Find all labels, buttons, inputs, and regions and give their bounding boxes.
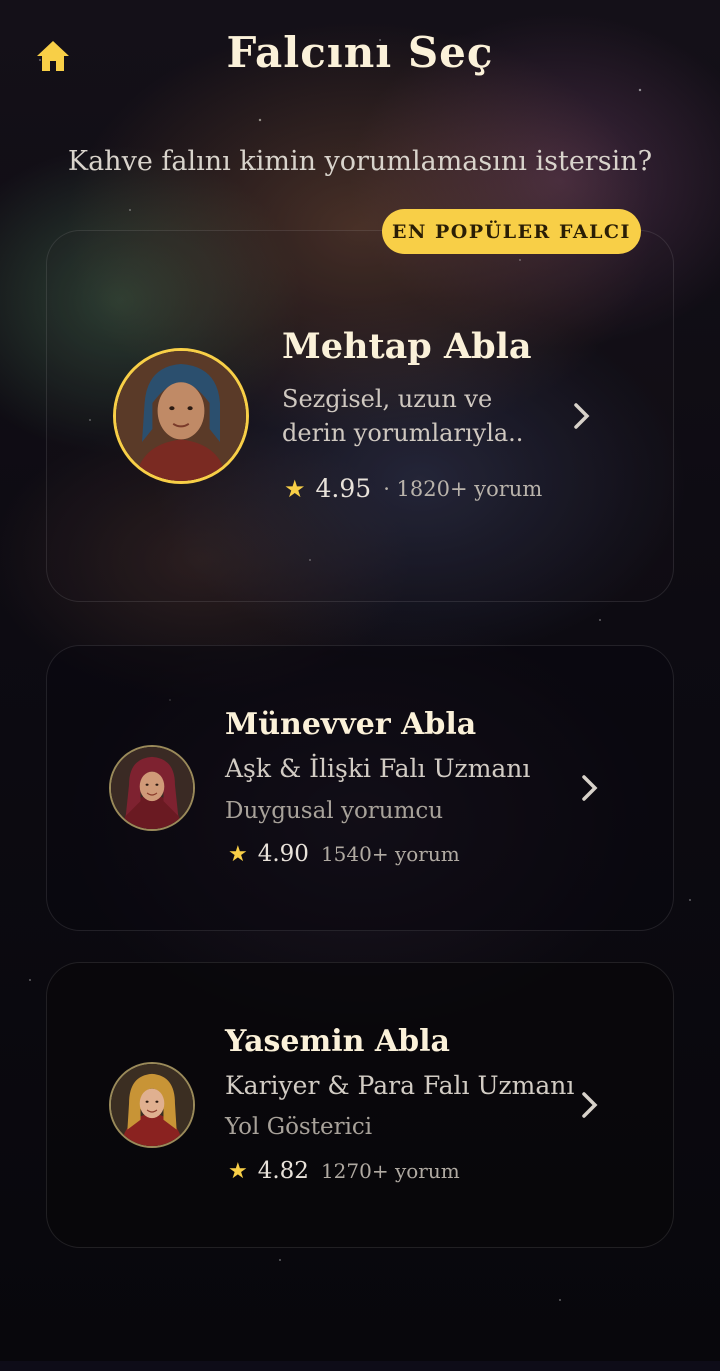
reader-avatar — [109, 1062, 195, 1148]
reader-name: Münevver Abla — [225, 707, 477, 742]
chevron-right-icon[interactable] — [578, 773, 602, 803]
page-subtitle: Kahve falını kimin yorumlamasını istersi… — [67, 146, 653, 177]
review-count: · 1820+ yorum — [383, 476, 543, 501]
reader-tagline: Yol Gösterici — [225, 1114, 373, 1140]
reader-avatar — [109, 745, 195, 831]
star-icon: ★ — [228, 1158, 248, 1184]
reader-name: Mehtap Abla — [282, 326, 532, 367]
chevron-right-icon[interactable] — [570, 401, 594, 431]
rating-value: 4.82 — [257, 1158, 309, 1184]
review-count: 1270+ yorum — [320, 1159, 460, 1183]
chevron-right-icon[interactable] — [578, 1090, 602, 1120]
review-count: 1540+ yorum — [320, 842, 460, 866]
reader-rating: ★ 4.95 · 1820+ yorum — [284, 474, 542, 503]
reader-description-line2: derin yorumlarıyla.. — [282, 419, 524, 447]
rating-value: 4.95 — [315, 474, 372, 503]
top-bar: Falcını Seç — [0, 0, 720, 110]
reader-avatar — [113, 348, 249, 484]
star-icon: ★ — [284, 474, 306, 503]
reader-specialty: Aşk & İlişki Falı Uzmanı — [225, 754, 531, 783]
page-title: Falcını Seç — [226, 28, 494, 77]
reader-rating: ★ 4.82 1270+ yorum — [228, 1158, 460, 1184]
reader-description-line1: Sezgisel, uzun ve — [282, 385, 493, 413]
reader-specialty: Kariyer & Para Falı Uzmanı — [225, 1071, 575, 1100]
rating-value: 4.90 — [257, 841, 309, 867]
reader-rating: ★ 4.90 1540+ yorum — [228, 841, 460, 867]
system-navigation-bar — [0, 1361, 720, 1371]
most-popular-badge: EN POPÜLER FALCI — [382, 209, 641, 254]
reader-name: Yasemin Abla — [225, 1024, 450, 1059]
reader-tagline: Duygusal yorumcu — [225, 798, 444, 824]
star-icon: ★ — [228, 841, 248, 867]
